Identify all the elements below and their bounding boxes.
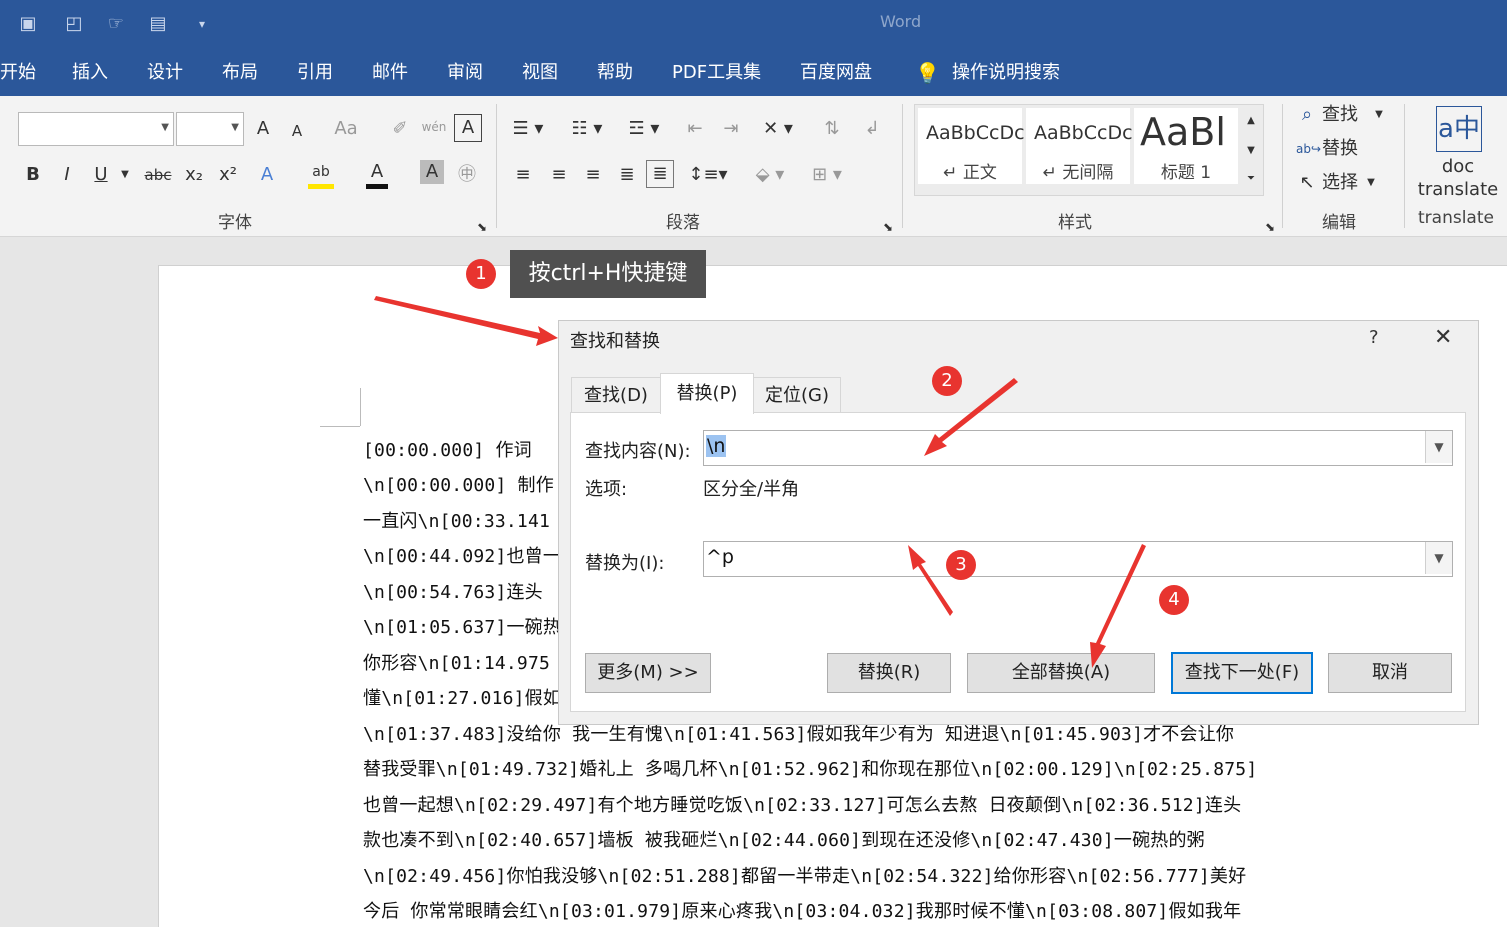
tab-replace[interactable]: 替换(P) <box>660 373 754 414</box>
annotation-arrows <box>374 296 1146 668</box>
arrow-to-replace-field <box>908 545 953 616</box>
arrow-to-dialog <box>374 296 558 346</box>
arrow-to-find-field <box>924 378 1018 456</box>
arrow-to-replace-all <box>1090 544 1146 668</box>
